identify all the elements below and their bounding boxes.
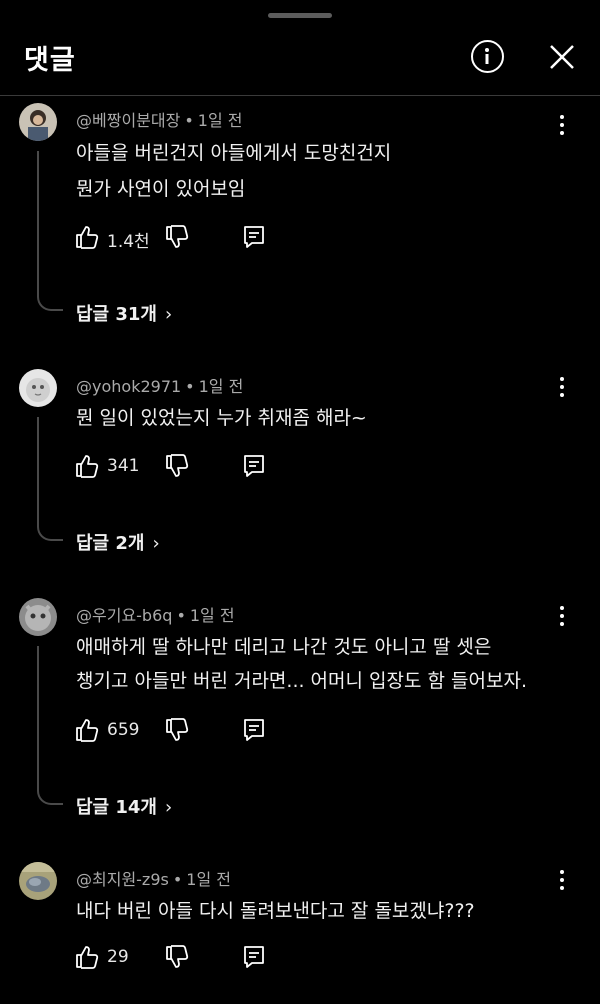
avatar[interactable] xyxy=(19,103,57,141)
like-icon[interactable] xyxy=(74,224,100,250)
comment-time: 1일 전 xyxy=(186,870,232,889)
comment-text-line: 내다 버린 아들 다시 돌려보낸다고 잘 돌보겠냐??? xyxy=(76,900,475,922)
like-count: 341 xyxy=(107,456,140,476)
comment-text-line: 애매하게 딸 하나만 데리고 나간 것도 아니고 딸 셋은 xyxy=(76,636,492,658)
like-icon[interactable] xyxy=(74,717,100,743)
thread-line xyxy=(37,417,63,541)
avatar[interactable] xyxy=(19,862,57,900)
comment-meta: @yohok2971 • 1일 전 xyxy=(76,377,244,396)
reply-icon[interactable] xyxy=(242,224,266,250)
reply-icon[interactable] xyxy=(242,717,266,743)
comment-text-line: 아들을 버린건지 아들에게서 도망친건지 xyxy=(76,142,392,164)
reply-icon[interactable] xyxy=(242,944,266,970)
comment-text-line: 뭔 일이 있었는지 누가 취재좀 해라~ xyxy=(76,407,367,429)
like-count: 1.4천 xyxy=(107,232,150,252)
comment-actions: 29 xyxy=(74,944,274,972)
comment-text-line: 챙기고 아들만 버린 거라면... 어머니 입장도 함 들어보자. xyxy=(76,670,527,692)
more-options-icon[interactable] xyxy=(552,868,572,892)
dislike-icon[interactable] xyxy=(164,453,190,479)
comment-time: 1일 전 xyxy=(198,377,244,396)
view-replies-button[interactable]: 답글 31개 › xyxy=(76,300,172,326)
info-icon[interactable] xyxy=(471,40,504,73)
avatar[interactable] xyxy=(19,369,57,407)
thread-line xyxy=(37,646,63,805)
comment-meta: @베짱이분대장 • 1일 전 xyxy=(76,111,243,130)
view-replies-button[interactable]: 답글 14개 › xyxy=(76,793,172,819)
like-count: 659 xyxy=(107,720,140,740)
comment-meta: @최지원-z9s • 1일 전 xyxy=(76,870,232,889)
avatar[interactable] xyxy=(19,598,57,636)
dislike-icon[interactable] xyxy=(164,944,190,970)
comment-time: 1일 전 xyxy=(189,606,235,625)
comment-text-line: 뭔가 사연이 있어보임 xyxy=(76,178,246,200)
view-replies-button[interactable]: 답글 2개 › xyxy=(76,529,160,555)
like-icon[interactable] xyxy=(74,453,100,479)
more-options-icon[interactable] xyxy=(552,375,572,399)
comment-author[interactable]: @베짱이분대장 xyxy=(76,111,180,130)
comment-actions: 1.4천 xyxy=(74,224,274,252)
more-options-icon[interactable] xyxy=(552,604,572,628)
comment-author[interactable]: @yohok2971 xyxy=(76,377,181,396)
reply-icon[interactable] xyxy=(242,453,266,479)
comment-author[interactable]: @우기요-b6q xyxy=(76,606,172,625)
dislike-icon[interactable] xyxy=(164,224,190,250)
comment-actions: 659 xyxy=(74,717,274,745)
comment-actions: 341 xyxy=(74,453,274,481)
comments-header: 댓글 xyxy=(0,0,600,96)
page-title: 댓글 xyxy=(24,45,76,76)
more-options-icon[interactable] xyxy=(552,113,572,137)
comment-time: 1일 전 xyxy=(197,111,243,130)
like-count: 29 xyxy=(107,947,129,967)
like-icon[interactable] xyxy=(74,944,100,970)
thread-line xyxy=(37,151,63,311)
dislike-icon[interactable] xyxy=(164,717,190,743)
comment-meta: @우기요-b6q • 1일 전 xyxy=(76,606,235,625)
comment-author[interactable]: @최지원-z9s xyxy=(76,870,169,889)
close-icon[interactable] xyxy=(548,43,576,71)
